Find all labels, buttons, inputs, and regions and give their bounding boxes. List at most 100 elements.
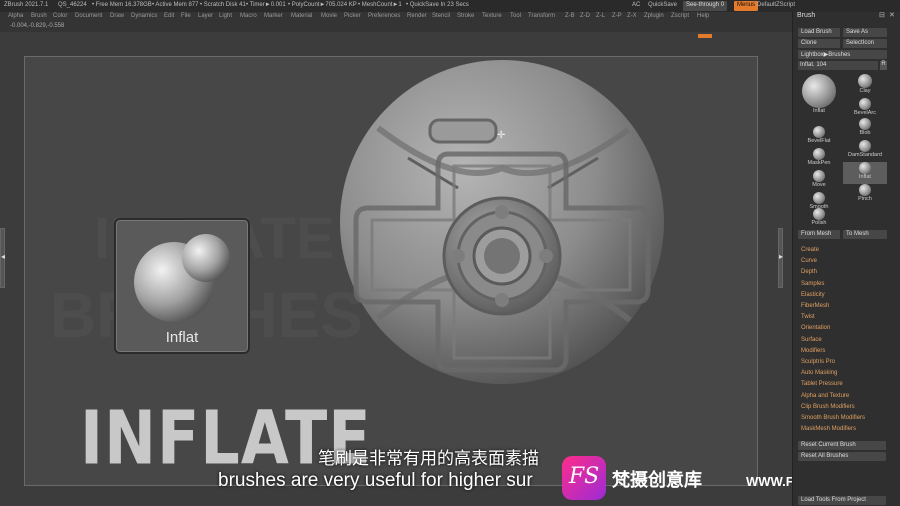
palette-popup-icon[interactable]: ⊟ (879, 11, 885, 19)
to-mesh-button[interactable]: To Mesh (843, 230, 887, 239)
menu-marker[interactable]: Marker (264, 13, 283, 19)
menu-stencil[interactable]: Stencil (432, 13, 450, 19)
brush-thumb-move[interactable]: Move (797, 170, 841, 192)
subpalette-curve[interactable]: Curve (801, 258, 817, 264)
brush-thumb-label: BevelFlat (807, 138, 831, 144)
subpalette-auto-masking[interactable]: Auto Masking (801, 370, 837, 376)
brush-palette: Brush ⊟ ✕ Load Brush Save As Clone Selec… (792, 12, 900, 506)
from-mesh-button[interactable]: From Mesh (798, 230, 840, 239)
subpalette-surface[interactable]: Surface (801, 337, 822, 343)
subtitle-english: brushes are very useful for higher sur (218, 470, 533, 491)
load-tools-from-project-button[interactable]: Load Tools From Project (798, 496, 886, 505)
subtitle-chinese: 笔刷是非常有用的高表面素描 (318, 449, 539, 469)
reset-current-brush-button[interactable]: Reset Current Brush (798, 441, 886, 450)
brush-thumb-bevelflat[interactable]: BevelFlat (797, 126, 841, 148)
clone-button[interactable]: Clone (798, 39, 840, 48)
subpalette-create[interactable]: Create (801, 247, 819, 253)
menu-tool[interactable]: Tool (510, 13, 521, 19)
menu-file[interactable]: File (181, 13, 191, 19)
subpalette-tablet-pressure[interactable]: Tablet Pressure (801, 381, 843, 387)
subpalette-alpha-and-texture[interactable]: Alpha and Texture (801, 393, 849, 399)
menu-z-b[interactable]: Z-B (565, 13, 575, 19)
brush-thumb-inflat[interactable]: Inflat (797, 74, 841, 126)
active-mem: • Active Mem 877 (152, 2, 199, 8)
save-as-button[interactable]: Save As (843, 28, 887, 37)
app-version: ZBrush 2021.7.1 (4, 2, 49, 8)
menu-document[interactable]: Document (75, 13, 102, 19)
menu-zplugin[interactable]: Zplugin (644, 13, 664, 19)
move-brush-icon (813, 170, 825, 182)
watermark-chinese: 梵摄创意库 (612, 470, 702, 491)
menu-z-x[interactable]: Z-X (627, 13, 637, 19)
select-icon-button[interactable]: SelectIcon (843, 39, 887, 48)
brush-thumb-damstandard[interactable]: DamStandard (843, 140, 887, 162)
lightbox-brushes-button[interactable]: Lightbox▶Brushes (798, 50, 887, 59)
menu-z-d[interactable]: Z-D (580, 13, 590, 19)
reset-all-brushes-button[interactable]: Reset All Brushes (798, 452, 886, 461)
menu-edit[interactable]: Edit (164, 13, 174, 19)
menu-bar: Alpha Brush Color Document Draw Dynamics Edit F… (0, 12, 792, 22)
watermark-logo-letters: FS (568, 464, 600, 489)
menu-zscript[interactable]: Zscript (671, 13, 689, 19)
menu-color[interactable]: Color (53, 13, 67, 19)
subpalette-modifiers[interactable]: Modifiers (801, 348, 825, 354)
polish-brush-icon (813, 208, 825, 220)
menu-help[interactable]: Help (697, 13, 709, 19)
see-through-slider[interactable]: See-through 0 (683, 1, 728, 11)
brush-thumb-label: Clay (859, 88, 871, 94)
subpalette-clip-brush-modifiers[interactable]: Clip Brush Modifiers (801, 404, 855, 410)
menu-light[interactable]: Light (219, 13, 232, 19)
damstandard-brush-icon (859, 140, 871, 152)
menu-movie[interactable]: Movie (321, 13, 337, 19)
brush-palette-title: Brush (797, 12, 816, 19)
default-zscript-button[interactable]: DefaultZScript (757, 2, 795, 8)
menu-draw[interactable]: Draw (110, 13, 124, 19)
menu-texture[interactable]: Texture (482, 13, 502, 19)
progress-marker (698, 34, 712, 38)
menu-alpha[interactable]: Alpha (8, 13, 23, 19)
slider-reset[interactable]: R (880, 61, 887, 70)
brush-thumb-label: DamStandard (848, 152, 882, 158)
menu-z-l[interactable]: Z-L (596, 13, 605, 19)
blob-brush-icon (859, 118, 871, 130)
menu-transform[interactable]: Transform (528, 13, 555, 19)
menu-dynamics[interactable]: Dynamics (131, 13, 157, 19)
brush-thumb-bevelarc[interactable]: BevelArc (843, 98, 887, 118)
menu-render[interactable]: Render (407, 13, 427, 19)
menu-layer[interactable]: Layer (198, 13, 213, 19)
menu-preferences[interactable]: Preferences (368, 13, 400, 19)
menu-stroke[interactable]: Stroke (457, 13, 474, 19)
brush-thumb-maskpen[interactable]: MaskPen (797, 148, 841, 170)
right-tray-arrow-icon[interactable]: ▸ (779, 252, 783, 261)
subpalette-maskmesh-modifiers[interactable]: MaskMesh Modifiers (801, 426, 856, 432)
bevelarc-brush-icon (859, 98, 871, 110)
menu-macro[interactable]: Macro (240, 13, 257, 19)
subpalette-sculptris-pro[interactable]: Sculptris Pro (801, 359, 835, 365)
subpalette-elasticity[interactable]: Elasticity (801, 292, 825, 298)
menus-button[interactable]: Menus (734, 1, 759, 11)
subpalette-smooth-brush-modifiers[interactable]: Smooth Brush Modifiers (801, 415, 865, 421)
brush-thumb-inflat[interactable]: Inflat (843, 162, 887, 184)
sculpted-sphere-model[interactable] (338, 58, 666, 386)
subpalette-twist[interactable]: Twist (801, 314, 815, 320)
clay-brush-icon (858, 74, 872, 88)
brush-thumb-polish[interactable]: Polish (797, 208, 841, 230)
menu-z-p[interactable]: Z-P (612, 13, 622, 19)
brush-thumb-pinch[interactable]: Pinch (843, 184, 887, 206)
menu-picker[interactable]: Picker (344, 13, 361, 19)
ac-label[interactable]: AC (632, 2, 640, 8)
subpalette-samples[interactable]: Samples (801, 281, 824, 287)
menu-brush[interactable]: Brush (31, 13, 47, 19)
brush-slider[interactable]: Inflat. 104 (798, 61, 878, 70)
subpalette-fibermesh[interactable]: FiberMesh (801, 303, 829, 309)
bevelflat-brush-icon (813, 126, 825, 138)
palette-close-icon[interactable]: ✕ (889, 11, 895, 19)
load-brush-button[interactable]: Load Brush (798, 28, 840, 37)
brush-thumb-blob[interactable]: Blob (843, 118, 887, 140)
subpalette-orientation[interactable]: Orientation (801, 325, 830, 331)
brush-thumb-label: Move (812, 182, 826, 188)
menu-material[interactable]: Material (291, 13, 312, 19)
quicksave-button[interactable]: QuickSave (648, 2, 677, 8)
left-tray-arrow-icon[interactable]: ◂ (1, 252, 5, 261)
subpalette-depth[interactable]: Depth (801, 269, 817, 275)
